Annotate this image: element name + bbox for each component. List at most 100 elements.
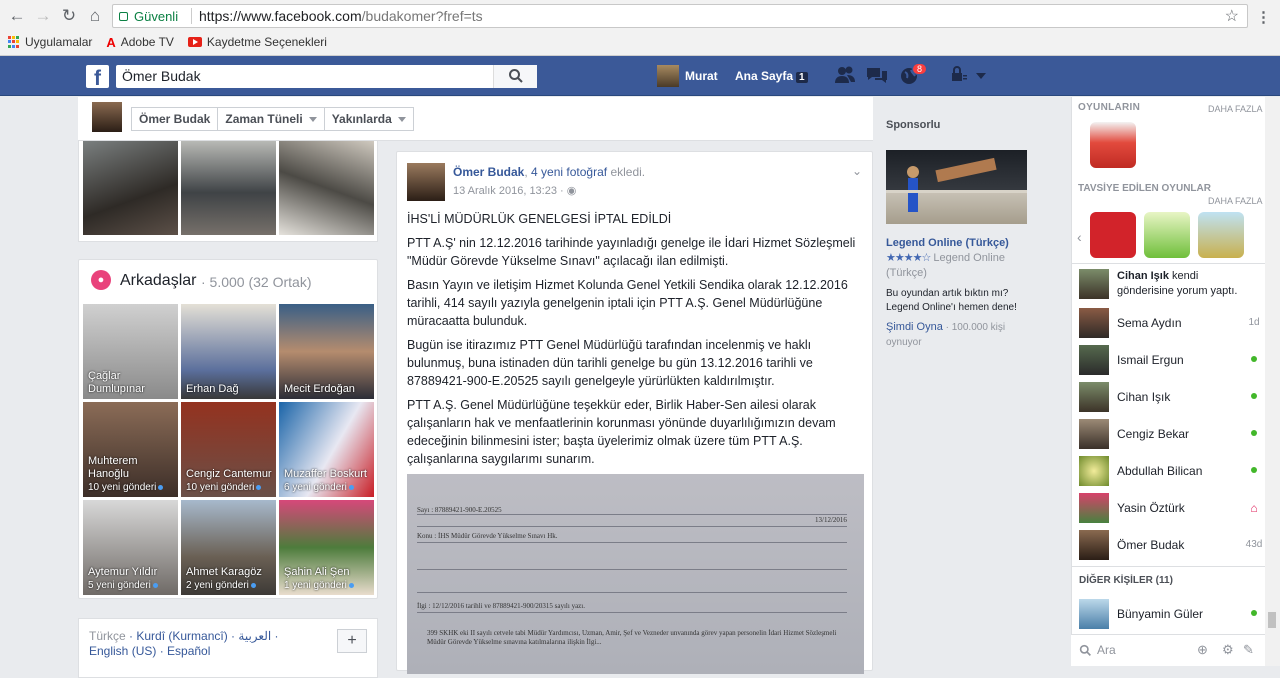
bookmark-kaydetme[interactable]: Kaydetme Seçenekleri [187,33,327,51]
browser-chrome: ← → ↻ ⌂ Güvenli https://www.facebook.com… [0,0,1280,56]
poker-game-icon[interactable] [1090,212,1136,258]
photo-thumbnail[interactable] [279,141,374,235]
friend-tile[interactable]: Aytemur Yıldır 5 yeni gönderi [83,500,178,595]
carousel-prev-icon[interactable]: ‹ [1077,229,1082,245]
friend-tile[interactable]: Muzaffer Boskurt 6 yeni gönderi [279,402,374,497]
post-author-avatar[interactable] [407,163,445,201]
secure-indicator[interactable]: Güvenli [119,9,178,24]
user-avatar[interactable] [657,65,679,87]
chat-contact[interactable]: Sema Aydın 1d [1072,304,1266,341]
post-options-chevron-icon[interactable]: ⌄ [852,164,862,178]
chat-contact[interactable]: Bünyamin Güler [1072,595,1266,632]
back-icon[interactable]: ← [6,6,28,26]
profile-avatar[interactable] [92,102,122,132]
language-links[interactable]: · Kurdî (Kurmancî) · العربية · [129,629,279,643]
friends-title[interactable]: Arkadaşlar [120,272,196,290]
browser-menu-icon[interactable]: ⋮ [1256,8,1271,26]
chat-contact[interactable]: Ismail Ergun [1072,341,1266,378]
friend-tile[interactable]: Muhterem Hanoğlu 10 yeni gönderi [83,402,178,497]
reload-icon[interactable]: ↻ [58,6,80,26]
post-paragraph: PTT A.Ş. Genel Müdürlüğüne teşekkür eder… [407,398,836,466]
bookmark-adobe-tv[interactable]: A Adobe TV [106,33,174,51]
user-name-link[interactable]: Murat [685,69,718,83]
new-dot [348,485,354,490]
friend-tile[interactable]: Ahmet Karagöz 2 yeni gönderi [181,500,276,595]
bookmark-label: Adobe TV [120,35,174,49]
doc-rule [417,526,847,527]
search-button[interactable] [493,65,537,88]
friend-tile[interactable]: Şahin Ali Şen 1 yeni gönderi [279,500,374,595]
pou-game-icon[interactable] [1198,212,1244,258]
chat-contact[interactable]: Abdullah Bilican [1072,452,1266,489]
home-link[interactable]: Ana Sayfa 1 [735,69,808,83]
chat-search-input[interactable]: Ara [1097,643,1116,657]
address-bar[interactable]: Güvenli https://www.facebook.com/budakom… [112,4,1248,28]
contact-name: Abdullah Bilican [1117,463,1203,478]
scrollbar-thumb[interactable] [1268,612,1276,628]
privacy-lock-icon[interactable] [948,66,970,86]
friend-name: Muhterem Hanoğlu 10 yeni gönderi [88,455,178,494]
url-text[interactable]: https://www.facebook.com/budakomer?fref=… [199,8,483,24]
online-status [1242,465,1266,476]
tab-nearby[interactable]: Yakınlarda [325,108,413,130]
activity-ticker[interactable]: Cihan Işık kendi gönderisine yorum yaptı… [1117,269,1257,299]
dog-game-icon[interactable] [1144,212,1190,258]
friend-name: Mecit Erdoğan [284,383,355,395]
friend-tile[interactable]: Mecit Erdoğan [279,304,374,399]
doc-rule [417,514,847,515]
facebook-top-bar: f Ömer Budak Murat Ana Sayfa 1 8 [0,56,1280,96]
online-status [1242,428,1266,439]
bookmark-apps[interactable]: Uygulamalar [8,33,92,51]
facebook-logo-icon[interactable]: f [86,65,109,88]
messages-icon[interactable] [866,66,888,86]
castle-game-icon[interactable] [1090,122,1136,168]
bookmark-star-icon[interactable]: ☆ [1225,6,1239,26]
compose-icon[interactable]: ✎ [1243,642,1254,658]
friend-posts: 2 yeni gönderi [186,580,249,591]
more-games-link[interactable]: DAHA FAZLA [1208,104,1263,114]
friend-posts: 10 yeni gönderi [88,482,157,493]
chat-contact[interactable]: Ömer Budak 43d [1072,526,1266,563]
new-dot [158,485,164,490]
activity-avatar[interactable] [1079,269,1109,299]
forward-icon[interactable]: → [32,6,54,26]
activity-name: Cihan Işık [1117,270,1169,282]
post-document-photo[interactable]: Sayı : 87889421-900-E.20525 13/12/2016 K… [407,474,864,674]
friend-requests-icon[interactable] [834,66,856,86]
tab-timeline[interactable]: Zaman Tüneli [218,108,325,130]
friend-posts: 10 yeni gönderi [186,482,255,493]
home-label: Ana Sayfa [735,69,794,83]
ad-image[interactable] [886,150,1027,224]
friend-tile[interactable]: Cengiz Cantemur 10 yeni gönderi [181,402,276,497]
more-recommended-link[interactable]: DAHA FAZLA [1208,196,1263,206]
settings-gear-icon[interactable]: ⚙ [1222,642,1234,658]
language-links[interactable]: English (US) · Español [89,644,210,658]
friends-icon: ● [91,270,111,290]
post-author-name[interactable]: Ömer Budak [453,165,524,179]
play-now-link[interactable]: Şimdi Oyna [886,321,943,333]
tab-profile-name[interactable]: Ömer Budak [132,108,219,130]
ad-name-link[interactable]: Legend Online (Türkçe) [886,237,1009,249]
friend-tile[interactable]: Çağlar Dumlupınar [83,304,178,399]
post-timestamp[interactable]: 13 Aralık 2016, 13:23 · ◉ [453,184,576,197]
home-icon[interactable]: ⌂ [84,6,106,26]
chat-contact[interactable]: Cengiz Bekar [1072,415,1266,452]
friend-name-text: Aytemur Yıldır [88,566,158,578]
add-person-icon[interactable]: ⊕ [1197,642,1208,658]
post-text: İHS'Lİ MÜDÜRLÜK GENELGESİ İPTAL EDİLDİ P… [407,210,857,474]
chat-contact[interactable]: Yasin Öztürk ⌂ [1072,489,1266,526]
account-menu-caret-icon[interactable] [976,73,986,79]
photo-thumbnail[interactable] [83,141,178,235]
page-scrollbar[interactable] [1265,97,1280,666]
friend-tile[interactable]: Erhan Dağ [181,304,276,399]
chat-contact[interactable]: Cihan Işık [1072,378,1266,415]
photo-thumbnail[interactable] [181,141,276,235]
post-photos-link[interactable]: 4 yeni fotoğraf [531,165,607,179]
timeline-post: Ömer Budak, 4 yeni fotoğraf ekledi. 13 A… [396,151,873,674]
search-input[interactable]: Ömer Budak [116,65,537,88]
contact-last-seen: 43d [1245,539,1263,550]
gift-icon: ⌂ [1250,500,1258,515]
add-language-button[interactable]: + [337,629,367,653]
online-status [1242,391,1266,402]
language-card: Türkçe · Kurdî (Kurmancî) · العربية · En… [78,618,378,678]
